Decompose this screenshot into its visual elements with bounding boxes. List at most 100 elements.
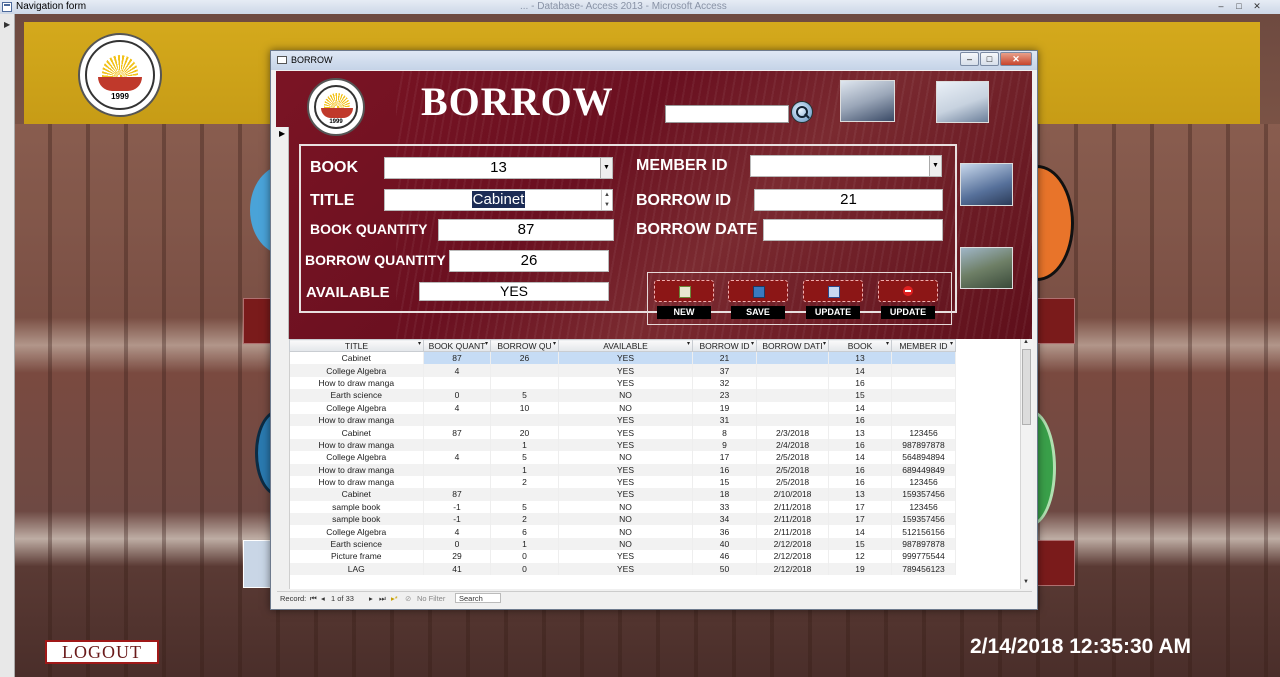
table-cell[interactable]	[490, 413, 559, 427]
table-cell[interactable]: 2/11/2018	[756, 513, 829, 526]
table-cell[interactable]	[423, 376, 491, 390]
table-cell[interactable]: Cabinet	[289, 488, 424, 501]
table-cell[interactable]	[423, 475, 491, 489]
table-cell[interactable]	[756, 389, 829, 402]
table-cell[interactable]: 10	[490, 401, 559, 414]
table-cell[interactable]	[490, 364, 559, 377]
table-cell[interactable]: 4	[423, 364, 491, 377]
table-row[interactable]: Cabinet 87 YES 18 2/10/2018 13 159357456	[289, 488, 956, 501]
column-header[interactable]: TITLE ▾	[289, 339, 424, 352]
table-cell[interactable]: 50	[692, 562, 757, 576]
table-cell[interactable]: 5	[490, 500, 559, 514]
table-row[interactable]: How to draw manga YES 32 16	[289, 376, 956, 390]
update-button[interactable]: UPDATE	[803, 280, 863, 319]
table-cell[interactable]	[891, 376, 956, 390]
table-row[interactable]: College Algebra 4 YES 37 14	[289, 364, 956, 377]
table-cell[interactable]: NO	[558, 525, 693, 538]
table-cell[interactable]: 2	[490, 513, 559, 526]
table-cell[interactable]: YES	[558, 562, 693, 576]
table-cell[interactable]: 159357456	[891, 513, 956, 526]
table-cell[interactable]: 2/10/2018	[756, 488, 829, 501]
sort-dropdown-icon[interactable]: ▾	[823, 341, 826, 347]
table-cell[interactable]	[423, 438, 491, 452]
sort-dropdown-icon[interactable]: ▾	[485, 341, 488, 347]
table-cell[interactable]: 0	[490, 550, 559, 563]
close-button[interactable]: ✕	[1250, 1, 1264, 12]
previous-record-icon[interactable]: ◂	[321, 592, 325, 605]
column-header[interactable]: BORROW QU ▾	[490, 339, 559, 352]
table-cell[interactable]: 999775544	[891, 550, 956, 563]
table-cell[interactable]: 18	[692, 488, 757, 501]
table-cell[interactable]: YES	[558, 438, 693, 452]
table-cell[interactable]: 40	[692, 537, 757, 551]
table-cell[interactable]: 23	[692, 389, 757, 402]
table-cell[interactable]: 512156156	[891, 525, 956, 538]
chevron-down-icon[interactable]: ▼	[929, 156, 941, 176]
table-row[interactable]: College Algebra 4 5 NO 17 2/5/2018 14 564894894	[289, 451, 956, 464]
table-cell[interactable]	[891, 401, 956, 414]
table-cell[interactable]	[490, 488, 559, 501]
table-cell[interactable]	[756, 413, 829, 427]
first-record-icon[interactable]: ⏮	[310, 592, 317, 605]
table-cell[interactable]: 14	[828, 525, 892, 538]
table-cell[interactable]: 987897878	[891, 537, 956, 551]
sort-dropdown-icon[interactable]: ▾	[687, 341, 690, 347]
borrow-id-field[interactable]: 21	[754, 189, 943, 211]
table-cell[interactable]: 159357456	[891, 488, 956, 501]
table-cell[interactable]: How to draw manga	[289, 376, 424, 390]
minimize-button[interactable]: –	[1214, 1, 1228, 12]
column-header[interactable]: BORROW ID ▾	[692, 339, 757, 352]
table-cell[interactable]: 789456123	[891, 562, 956, 576]
table-cell[interactable]: 1	[490, 463, 559, 476]
table-cell[interactable]	[756, 401, 829, 414]
table-cell[interactable]: College Algebra	[289, 451, 424, 464]
table-cell[interactable]: 16	[828, 376, 892, 390]
table-cell[interactable]: 87	[423, 426, 491, 439]
table-cell[interactable]: Picture frame	[289, 550, 424, 563]
table-cell[interactable]: How to draw manga	[289, 438, 424, 452]
table-cell[interactable]: 4	[423, 401, 491, 414]
table-cell[interactable]: 37	[692, 364, 757, 377]
table-cell[interactable]: 17	[828, 500, 892, 514]
table-row[interactable]: How to draw manga YES 31 16	[289, 413, 956, 427]
scroll-arrows-icon[interactable]: ▲ ▼	[601, 190, 612, 210]
table-cell[interactable]: 13	[828, 488, 892, 501]
table-cell[interactable]	[891, 389, 956, 402]
table-cell[interactable]: Earth science	[289, 389, 424, 402]
table-row[interactable]: Earth science 0 1 NO 40 2/12/2018 15 987897878	[289, 537, 956, 551]
table-cell[interactable]: Cabinet	[289, 426, 424, 439]
table-row[interactable]: Earth science 0 5 NO 23 15	[289, 389, 956, 402]
table-cell[interactable]: 19	[828, 562, 892, 576]
table-cell[interactable]: -1	[423, 513, 491, 526]
table-cell[interactable]: College Algebra	[289, 401, 424, 414]
record-position[interactable]: 1 of 33	[331, 592, 354, 605]
column-header[interactable]: MEMBER ID ▾	[891, 339, 956, 352]
table-cell[interactable]: 15	[828, 389, 892, 402]
save-button[interactable]: SAVE	[728, 280, 788, 319]
table-row[interactable]: College Algebra 4 10 NO 19 14	[289, 401, 956, 414]
logout-button[interactable]: LOGOUT	[45, 640, 159, 664]
table-cell[interactable]: College Algebra	[289, 364, 424, 377]
delete-button[interactable]: UPDATE	[878, 280, 938, 319]
table-cell[interactable]: 13	[828, 426, 892, 439]
table-cell[interactable]: 4	[423, 525, 491, 538]
column-header[interactable]: BOOK QUANT ▾	[423, 339, 491, 352]
title-field[interactable]: Cabinet ▲ ▼	[384, 189, 613, 211]
table-row[interactable]: sample book -1 5 NO 33 2/11/2018 17 123456	[289, 500, 956, 514]
table-row[interactable]: Cabinet 87 20 YES 8 2/3/2018 13 123456	[289, 426, 956, 439]
borrow-quantity-field[interactable]: 26	[449, 250, 609, 272]
table-cell[interactable]: 1	[490, 438, 559, 452]
table-cell[interactable]: 12	[828, 550, 892, 563]
table-cell[interactable]	[756, 351, 829, 365]
sort-dropdown-icon[interactable]: ▾	[950, 341, 953, 347]
table-cell[interactable]: 21	[692, 351, 757, 365]
table-cell[interactable]: 19	[692, 401, 757, 414]
table-cell[interactable]: 20	[490, 426, 559, 439]
available-field[interactable]: YES	[419, 282, 609, 301]
table-cell[interactable]: YES	[558, 550, 693, 563]
table-cell[interactable]: 16	[828, 463, 892, 476]
table-cell[interactable]: 34	[692, 513, 757, 526]
table-cell[interactable]: 29	[423, 550, 491, 563]
filter-icon[interactable]: ⊘	[405, 592, 411, 605]
table-cell[interactable]: 16	[828, 475, 892, 489]
